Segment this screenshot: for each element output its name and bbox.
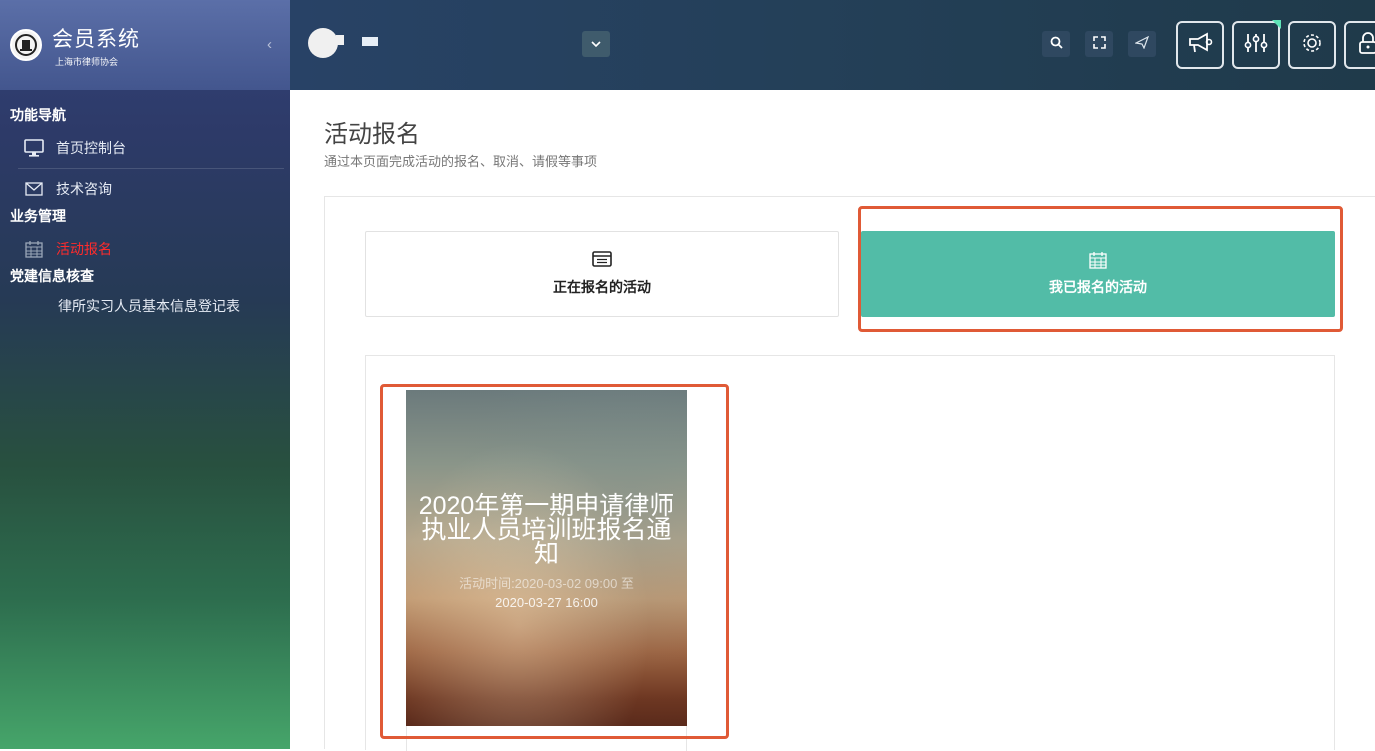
lock-icon bbox=[1357, 31, 1375, 60]
announcement-button[interactable] bbox=[1176, 21, 1224, 69]
fullscreen-button[interactable] bbox=[1085, 31, 1113, 57]
send-button[interactable] bbox=[1128, 31, 1156, 57]
sidebar-item-label: 技术咨询 bbox=[56, 181, 112, 197]
envelope-icon bbox=[24, 179, 44, 199]
fullscreen-icon bbox=[1092, 36, 1106, 52]
user-dropdown-button[interactable] bbox=[582, 31, 610, 57]
page-description: 通过本页面完成活动的报名、取消、请假等事项 bbox=[324, 154, 598, 169]
sidebar-item-label: 首页控制台 bbox=[56, 140, 126, 156]
search-icon bbox=[1050, 36, 1063, 52]
chevron-down-icon bbox=[591, 35, 601, 53]
user-name[interactable] bbox=[362, 37, 378, 46]
sidebar: 会员系统 上海市律师协会 ‹ 功能导航 首页控制台 技术咨询 业务管理 活动报名… bbox=[0, 0, 290, 749]
calendar-icon bbox=[1089, 251, 1107, 269]
notification-dot bbox=[1272, 20, 1281, 29]
settings-button[interactable] bbox=[1288, 21, 1336, 69]
nav-section-party-check: 党建信息核查 bbox=[10, 268, 94, 284]
activity-card[interactable]: 2020年第一期申请律师执业人员培训班报名通知 活动时间:2020-03-02 … bbox=[406, 390, 687, 726]
activity-panel: 正在报名的活动 我已报名的活动 2020年第一期申请律师执业人员培训班报名通知 … bbox=[324, 196, 1375, 751]
sidebar-item-intern-registration[interactable]: 律所实习人员基本信息登记表 bbox=[0, 289, 290, 323]
send-icon bbox=[1134, 35, 1150, 52]
avatar-badge bbox=[336, 35, 344, 45]
tab-label: 我已报名的活动 bbox=[1049, 279, 1147, 295]
tab-open-activities[interactable]: 正在报名的活动 bbox=[365, 231, 839, 317]
brand-title: 会员系统 bbox=[52, 27, 140, 51]
page-title: 活动报名 bbox=[324, 121, 420, 148]
avatar[interactable] bbox=[308, 28, 338, 58]
sidebar-collapse-icon[interactable]: ‹ bbox=[267, 36, 272, 53]
tab-label: 正在报名的活动 bbox=[553, 279, 651, 295]
activity-list: 2020年第一期申请律师执业人员培训班报名通知 活动时间:2020-03-02 … bbox=[365, 355, 1335, 751]
topbar bbox=[290, 0, 1375, 90]
settings-panel-button[interactable] bbox=[1232, 20, 1281, 69]
activity-card-time-end: 2020-03-27 16:00 bbox=[495, 595, 598, 610]
activity-card-title: 2020年第一期申请律师执业人员培训班报名通知 bbox=[418, 492, 675, 568]
nav-section-function: 功能导航 bbox=[10, 107, 66, 123]
megaphone-icon bbox=[1187, 31, 1213, 60]
sidebar-item-label: 活动报名 bbox=[56, 241, 112, 257]
brand-subtitle: 上海市律师协会 bbox=[55, 56, 119, 67]
monitor-icon bbox=[24, 138, 44, 158]
nav-section-business: 业务管理 bbox=[10, 208, 66, 224]
sliders-icon bbox=[1243, 31, 1269, 60]
activity-card-time-start: 活动时间:2020-03-02 09:00 至 bbox=[459, 576, 634, 591]
calendar-icon bbox=[24, 239, 44, 259]
brand-header: 会员系统 上海市律师协会 ‹ bbox=[0, 0, 290, 90]
lock-button[interactable] bbox=[1344, 21, 1375, 69]
activity-card-footer bbox=[406, 726, 687, 751]
search-button[interactable] bbox=[1042, 31, 1070, 57]
lawyer-emblem-icon bbox=[10, 29, 42, 61]
main-content: 活动报名 通过本页面完成活动的报名、取消、请假等事项 正在报名的活动 我已报名的… bbox=[290, 90, 1375, 751]
gear-icon bbox=[1300, 31, 1324, 60]
sidebar-item-dashboard[interactable]: 首页控制台 bbox=[0, 128, 290, 168]
tab-my-registered-activities[interactable]: 我已报名的活动 bbox=[861, 231, 1335, 317]
list-icon bbox=[592, 251, 612, 269]
